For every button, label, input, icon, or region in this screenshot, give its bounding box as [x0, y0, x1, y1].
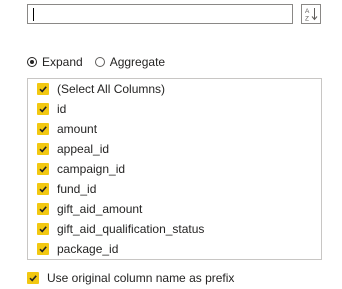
- sort-ascending-icon: A Z: [305, 8, 318, 23]
- column-item-campaign-id[interactable]: campaign_id: [37, 161, 125, 177]
- column-item-label: amount: [57, 122, 98, 136]
- column-search-box[interactable]: [27, 4, 293, 24]
- radio-expand-label: Expand: [42, 55, 83, 69]
- column-item-gift-aid-qualification-status[interactable]: gift_aid_qualification_status: [37, 221, 204, 237]
- radio-unselected-icon: [94, 57, 105, 67]
- column-list: (Select All Columns) id amount appeal_id…: [27, 78, 322, 260]
- column-item-label: id: [57, 102, 67, 116]
- column-item-label: gift_aid_qualification_status: [57, 222, 205, 236]
- use-prefix-label: Use original column name as prefix: [47, 271, 235, 285]
- radio-aggregate-label: Aggregate: [109, 55, 166, 69]
- use-prefix-checkbox[interactable]: Use original column name as prefix: [27, 270, 234, 286]
- checkbox-checked-icon: [37, 223, 49, 235]
- column-item-label: fund_id: [57, 182, 97, 196]
- column-item-id[interactable]: id: [37, 101, 66, 117]
- column-item-package-id[interactable]: package_id: [37, 241, 118, 257]
- column-item-label: package_id: [57, 242, 119, 256]
- column-item-fund-id[interactable]: fund_id: [37, 181, 96, 197]
- checkbox-checked-icon: [37, 123, 49, 135]
- column-item-appeal-id[interactable]: appeal_id: [37, 141, 109, 157]
- sort-ascending-button[interactable]: A Z: [301, 4, 321, 24]
- column-item-select-all[interactable]: (Select All Columns): [37, 81, 165, 97]
- column-item-amount[interactable]: amount: [37, 121, 97, 137]
- checkbox-checked-icon: [37, 163, 49, 175]
- column-item-label: gift_aid_amount: [57, 202, 143, 216]
- column-item-label: (Select All Columns): [57, 82, 166, 96]
- expand-aggregate-radio-group: Expand Aggregate: [27, 54, 177, 70]
- text-cursor: [33, 8, 34, 21]
- column-search-input[interactable]: [28, 5, 292, 23]
- checkbox-checked-icon: [37, 243, 49, 255]
- radio-expand[interactable]: Expand: [27, 55, 83, 69]
- checkbox-checked-icon: [37, 103, 49, 115]
- radio-selected-icon: [27, 57, 37, 67]
- column-item-gift-aid-amount[interactable]: gift_aid_amount: [37, 201, 142, 217]
- svg-text:Z: Z: [305, 16, 309, 23]
- checkbox-checked-icon: [37, 183, 49, 195]
- svg-text:A: A: [305, 8, 310, 15]
- checkbox-checked-icon: [27, 272, 39, 284]
- radio-aggregate[interactable]: Aggregate: [94, 55, 166, 69]
- column-item-label: appeal_id: [57, 142, 110, 156]
- column-item-label: campaign_id: [57, 162, 126, 176]
- checkbox-checked-icon: [37, 203, 49, 215]
- checkbox-checked-icon: [37, 83, 49, 95]
- checkbox-checked-icon: [37, 143, 49, 155]
